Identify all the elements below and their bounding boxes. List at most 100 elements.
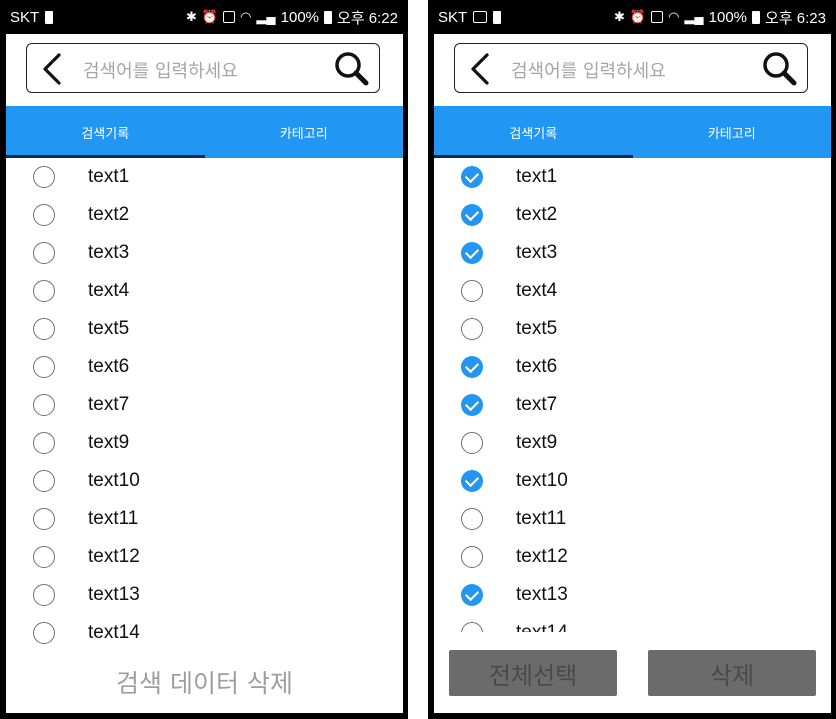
status-icons: ✱ ⏰ ◠ ▂▄ 100% 오후 6:22 [186,7,398,28]
list-item-label: text13 [516,584,568,605]
list-item-label: text2 [516,204,558,225]
tab-bar: 검색기록 카테고리 [434,106,831,158]
list-item-label: text6 [516,356,558,377]
unchecked-radio-icon[interactable] [33,584,55,606]
checked-radio-icon[interactable] [461,584,483,606]
unchecked-radio-icon[interactable] [33,394,55,416]
list-item[interactable]: text3 [434,234,831,272]
hd-voice-icon [223,11,236,23]
list-item[interactable]: text2 [434,196,831,234]
list-item[interactable]: text10 [434,462,831,500]
unchecked-radio-icon[interactable] [461,318,483,340]
list-item[interactable]: text6 [6,348,403,386]
list-item-label: text7 [88,394,130,415]
checked-radio-icon[interactable] [461,166,483,188]
list-item[interactable]: text4 [6,272,403,310]
battery-percent: 100% [708,8,748,26]
list-item[interactable]: text11 [6,500,403,538]
list-item-label: text10 [516,470,568,491]
list-item-label: text14 [88,622,140,643]
tab-search-history[interactable]: 검색기록 [6,106,205,158]
checked-radio-icon[interactable] [461,356,483,378]
battery-icon [324,10,333,24]
list-item-label: text12 [88,546,140,567]
carrier-label: SKT [10,8,40,26]
list-item[interactable]: text7 [434,386,831,424]
status-icons: ✱ ⏰ ◠ ▂▄ 100% 오후 6:23 [614,7,826,28]
list-item[interactable]: text5 [6,310,403,348]
bluetooth-icon: ✱ [614,9,625,24]
back-arrow-icon[interactable] [467,52,495,86]
list-item[interactable]: text6 [434,348,831,386]
clock: 오후 6:23 [765,9,826,27]
unchecked-radio-icon[interactable] [33,508,55,530]
unchecked-radio-icon[interactable] [33,242,55,264]
list-item[interactable]: text14 [434,614,831,632]
list-item[interactable]: text13 [6,576,403,614]
delete-search-data-button[interactable]: 검색 데이터 삭제 [6,664,403,700]
search-icon[interactable] [761,50,797,86]
battery-saver-icon [45,10,54,24]
unchecked-radio-icon[interactable] [461,622,483,632]
unchecked-radio-icon[interactable] [33,546,55,568]
select-all-button[interactable]: 전체선택 [449,650,617,696]
search-icon[interactable] [333,50,369,86]
list-item[interactable]: text12 [6,538,403,576]
list-item[interactable]: text11 [434,500,831,538]
unchecked-radio-icon[interactable] [33,470,55,492]
search-input[interactable]: 검색어를 입력하세요 [511,57,666,83]
unchecked-radio-icon[interactable] [33,432,55,454]
carrier-group: SKT [438,8,502,26]
signal-icon: ▂▄ [256,9,276,24]
list-item[interactable]: text9 [6,424,403,462]
checked-radio-icon[interactable] [461,470,483,492]
tab-bar: 검색기록 카테고리 [6,106,403,158]
list-item[interactable]: text13 [434,576,831,614]
list-item-label: text2 [88,204,130,225]
checked-radio-icon[interactable] [461,204,483,226]
unchecked-radio-icon[interactable] [33,280,55,302]
phone-screen-right: SKT ✱ ⏰ ◠ ▂▄ 100% 오후 6:23 검색어를 입력하세요 검색기… [428,0,836,719]
list-item[interactable]: text9 [434,424,831,462]
app-screen: 검색어를 입력하세요 검색기록 카테고리 text1 text2 text3 text… [6,34,403,713]
list-item[interactable]: text4 [434,272,831,310]
unchecked-radio-icon[interactable] [33,204,55,226]
tab-category[interactable]: 카테고리 [633,106,832,158]
unchecked-radio-icon[interactable] [33,318,55,340]
list-item-label: text12 [516,546,568,567]
search-bar: 검색어를 입력하세요 [454,43,808,93]
bluetooth-icon: ✱ [186,9,197,24]
checked-radio-icon[interactable] [461,394,483,416]
unchecked-radio-icon[interactable] [33,166,55,188]
hd-voice-icon [651,11,664,23]
checked-radio-icon[interactable] [461,242,483,264]
unchecked-radio-icon[interactable] [461,546,483,568]
list-item-label: text11 [516,508,567,529]
list-item[interactable]: text3 [6,234,403,272]
list-item[interactable]: text10 [6,462,403,500]
unchecked-radio-icon[interactable] [461,432,483,454]
list-item[interactable]: text5 [434,310,831,348]
history-list: text1 text2 text3 text4 text5 text6 text7 text9… [6,158,403,652]
list-item[interactable]: text2 [6,196,403,234]
list-item[interactable]: text7 [6,386,403,424]
unchecked-radio-icon[interactable] [33,622,55,644]
list-item[interactable]: text14 [6,614,403,652]
list-item[interactable]: text1 [6,158,403,196]
back-arrow-icon[interactable] [39,52,67,86]
tab-category[interactable]: 카테고리 [205,106,404,158]
carrier-label: SKT [438,8,468,26]
search-input[interactable]: 검색어를 입력하세요 [83,57,238,83]
status-bar: SKT ✱ ⏰ ◠ ▂▄ 100% 오후 6:23 [428,0,836,34]
list-item-label: text5 [88,318,130,339]
unchecked-radio-icon[interactable] [461,508,483,530]
delete-button[interactable]: 삭제 [648,650,816,696]
clock: 오후 6:22 [337,9,398,27]
unchecked-radio-icon[interactable] [461,280,483,302]
list-item[interactable]: text1 [434,158,831,196]
list-item[interactable]: text12 [434,538,831,576]
list-item-label: text6 [88,356,130,377]
list-item-label: text11 [88,508,139,529]
unchecked-radio-icon[interactable] [33,356,55,378]
tab-search-history[interactable]: 검색기록 [434,106,633,158]
